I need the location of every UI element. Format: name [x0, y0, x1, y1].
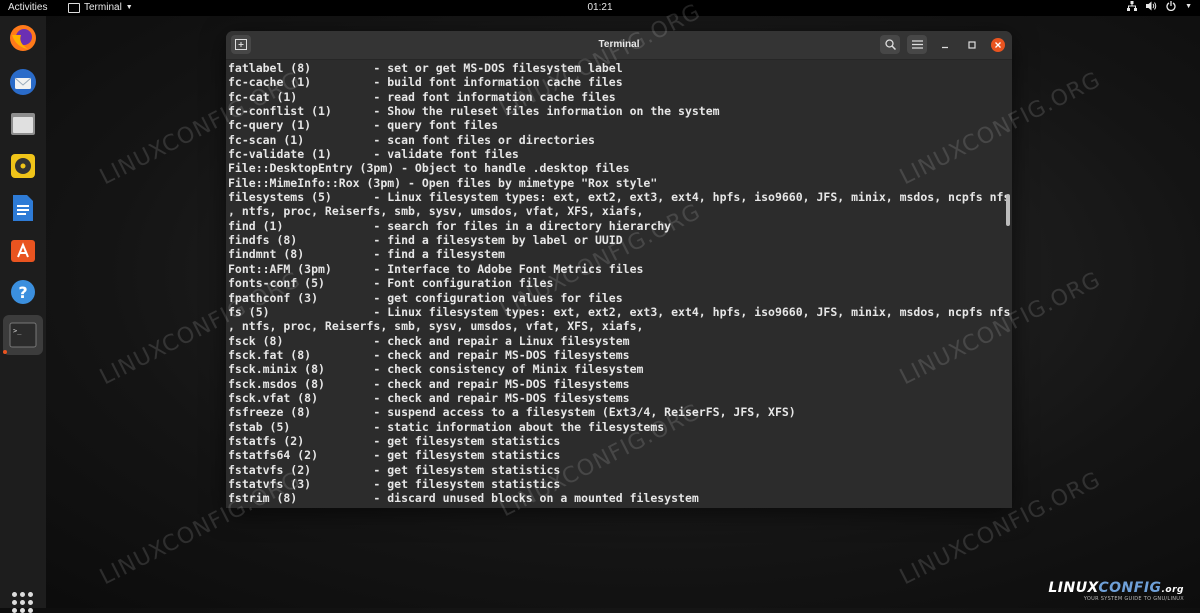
terminal-line: filesystems (5) - Linux filesystem types…: [228, 190, 1011, 205]
terminal-line: fsck.vfat (8) - check and repair MS-DOS …: [228, 390, 630, 405]
app-menu[interactable]: Terminal ▼: [68, 2, 133, 13]
terminal-line: Font::AFM (3pm) - Interface to Adobe Fon…: [228, 261, 644, 276]
hamburger-icon: [911, 40, 923, 49]
close-icon: [995, 42, 1001, 48]
terminal-line: fstatvfs (2) - get filesystem statistics: [228, 462, 561, 477]
terminal-line: fc-scan (1) - scan font files or directo…: [228, 132, 595, 147]
system-tray[interactable]: ▼: [1127, 1, 1192, 14]
terminal-line: File::DesktopEntry (3pm) - Object to han…: [228, 161, 630, 176]
terminal-window: Terminal fatlabel (8) - set or get MS-DO…: [226, 31, 1012, 508]
clock[interactable]: 01:21: [587, 2, 612, 13]
running-indicator: [3, 350, 7, 354]
terminal-line: fstatvfs (3) - get filesystem statistics: [228, 476, 561, 491]
terminal-line: fc-conflist (1) - Show the ruleset files…: [228, 104, 720, 119]
dock-item-rhythmbox[interactable]: [7, 150, 39, 182]
app-menu-label: Terminal: [84, 2, 122, 13]
terminal-text: fatlabel (8) - set or get MS-DOS filesys…: [228, 61, 1010, 506]
terminal-line: findfs (8) - find a filesystem by label …: [228, 233, 623, 248]
terminal-line: , ntfs, proc, Reiserfs, smb, sysv, umsdo…: [228, 319, 644, 334]
terminal-line: fsck.minix (8) - check consistency of Mi…: [228, 362, 644, 377]
dock-item-thunderbird[interactable]: [7, 66, 39, 98]
dock-item-software[interactable]: [7, 234, 39, 266]
top-bar: Activities Terminal ▼ 01:21 ▼: [0, 0, 1200, 16]
network-icon: [1127, 1, 1138, 14]
terminal-line: fstatfs64 (2) - get filesystem statistic…: [228, 448, 561, 463]
linuxconfig-logo: LINUXCONFIG.org YOUR SYSTEM GUIDE TO GNU…: [1048, 580, 1184, 602]
title-bar[interactable]: Terminal: [226, 31, 1012, 60]
terminal-line: fsck.fat (8) - check and repair MS-DOS f…: [228, 347, 630, 362]
menu-button[interactable]: [907, 35, 927, 54]
maximize-icon: [968, 41, 976, 49]
dock-item-terminal[interactable]: >_: [3, 315, 43, 355]
dock-item-firefox[interactable]: [7, 22, 39, 54]
terminal-line: fc-query (1) - query font files: [228, 118, 499, 133]
logo-text-b: CONFIG: [1098, 580, 1162, 596]
software-icon: [11, 240, 35, 262]
svg-text:?: ?: [18, 283, 27, 302]
rhythmbox-icon: [11, 154, 35, 178]
scrollbar[interactable]: [1006, 194, 1010, 226]
thunderbird-icon: [10, 69, 36, 95]
maximize-button[interactable]: [965, 38, 979, 52]
terminal-line: fpathconf (3) - get configuration values…: [228, 290, 623, 305]
show-applications-icon[interactable]: [12, 592, 33, 613]
terminal-line: fc-cache (1) - build font information ca…: [228, 75, 623, 90]
minimize-button[interactable]: [938, 38, 952, 52]
help-icon: ?: [11, 280, 35, 304]
terminal-line: fonts-conf (5) - Font configuration file…: [228, 276, 554, 291]
terminal-line: fc-validate (1) - validate font files: [228, 147, 519, 162]
terminal-line: fstab (5) - static information about the…: [228, 419, 665, 434]
activities-button[interactable]: Activities: [8, 2, 47, 13]
chevron-down-icon: ▼: [1185, 3, 1192, 10]
minimize-icon: [942, 46, 948, 49]
chevron-down-icon: ▼: [125, 4, 133, 11]
dock-item-files[interactable]: [7, 108, 39, 140]
close-button[interactable]: [991, 38, 1005, 52]
dock-item-help[interactable]: ?: [7, 276, 39, 308]
terminal-line: fsck.msdos (8) - check and repair MS-DOS…: [228, 376, 630, 391]
firefox-icon: [10, 25, 36, 51]
terminal-line: fstrim (8) - discard unused blocks on a …: [228, 491, 699, 506]
svg-text:>_: >_: [13, 327, 22, 335]
search-icon: [884, 39, 896, 50]
terminal-line: fsfreeze (8) - suspend access to a files…: [228, 405, 796, 420]
dock-item-writer[interactable]: [7, 192, 39, 224]
terminal-line: , ntfs, proc, Reiserfs, smb, sysv, umsdo…: [228, 204, 644, 219]
terminal-line: fs (5) - Linux filesystem types: ext, ex…: [228, 304, 1011, 319]
power-icon: [1166, 1, 1176, 14]
terminal-output[interactable]: fatlabel (8) - set or get MS-DOS filesys…: [226, 60, 1012, 508]
terminal-line: File::MimeInfo::Rox (3pm) - Open files b…: [228, 175, 658, 190]
terminal-line: fstatfs (2) - get filesystem statistics: [228, 433, 561, 448]
dock: ? >_: [0, 16, 46, 613]
logo-suffix: .org: [1161, 585, 1184, 595]
logo-text-a: LINUX: [1048, 580, 1099, 596]
terminal-line: fc-cat (1) - read font information cache…: [228, 89, 616, 104]
search-button[interactable]: [880, 35, 900, 54]
terminal-app-icon: [68, 2, 80, 13]
files-icon: [11, 113, 35, 135]
logo-tagline: YOUR SYSTEM GUIDE TO GNU/LINUX: [1083, 596, 1184, 602]
terminal-icon: >_: [9, 322, 37, 348]
terminal-line: findmnt (8) - find a filesystem: [228, 247, 505, 262]
terminal-line: fatlabel (8) - set or get MS-DOS filesys…: [228, 61, 623, 75]
terminal-line: fsck (8) - check and repair a Linux file…: [228, 333, 630, 348]
terminal-line: find (1) - search for files in a directo…: [228, 218, 672, 233]
writer-icon: [13, 195, 33, 221]
volume-icon: [1146, 1, 1157, 14]
